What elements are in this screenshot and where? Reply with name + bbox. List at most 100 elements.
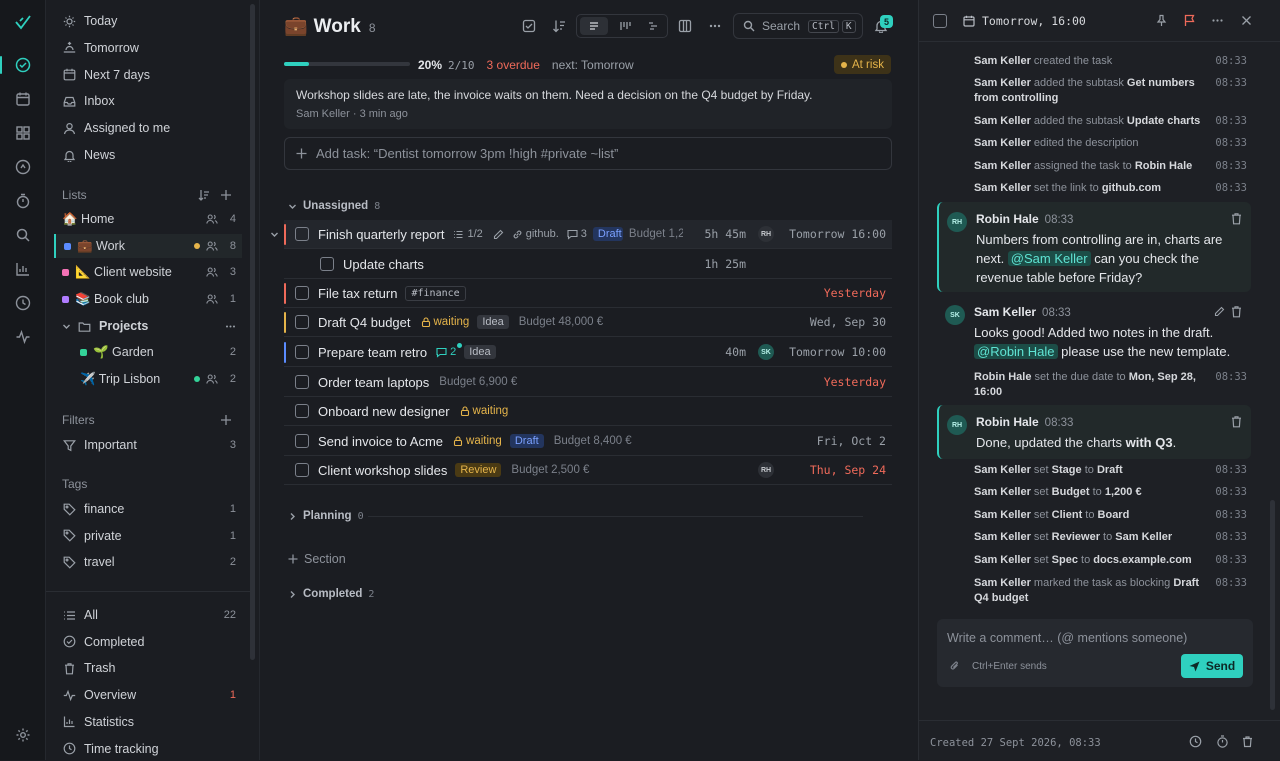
task-link[interactable]: github. <box>512 228 559 240</box>
collapse-chevron-icon[interactable] <box>270 230 279 239</box>
task-tag[interactable]: Idea <box>464 345 496 359</box>
task-title[interactable]: Finish quarterly report <box>318 227 444 242</box>
task-row[interactable]: Finish quarterly report 1/2 github. 3 Draft B… <box>271 220 892 249</box>
add-list-icon[interactable] <box>220 189 232 201</box>
grid-nav-icon[interactable] <box>12 122 34 144</box>
sort-lists-icon[interactable] <box>198 189 210 201</box>
task-due-date[interactable]: Tomorrow 10:00 <box>789 345 886 359</box>
attach-icon[interactable] <box>949 660 961 672</box>
select-mode-icon[interactable] <box>519 16 539 36</box>
app-logo-icon[interactable] <box>12 12 34 34</box>
sidebar-list-5[interactable]: 🌱 Garden 2 <box>54 340 242 364</box>
assignee-avatar[interactable]: SK <box>758 344 774 360</box>
sidebar-list-6[interactable]: ✈️ Trip Lisbon 2 <box>54 367 242 391</box>
sidebar-list-4[interactable]: Projects <box>54 314 242 338</box>
sidebar-scrollbar[interactable] <box>250 4 255 660</box>
comment[interactable]: RH Robin Hale 08:33 Numbers from controllin… <box>937 202 1251 292</box>
history-icon[interactable] <box>1189 735 1202 748</box>
habit-nav-icon[interactable] <box>12 156 34 178</box>
assignee-avatar[interactable]: RH <box>758 226 774 242</box>
task-due-date[interactable]: Wed, Sep 30 <box>810 315 886 329</box>
task-title[interactable]: Order team laptops <box>318 375 429 390</box>
sidebar-tag-private[interactable]: private 1 <box>54 524 242 548</box>
sidebar-item-all[interactable]: All 22 <box>54 603 242 627</box>
delete-comment-icon[interactable] <box>1230 415 1243 428</box>
search-button[interactable]: Search Ctrl K <box>733 13 863 39</box>
sidebar-list-1[interactable]: 💼 Work 8 <box>54 234 242 258</box>
delete-comment-icon[interactable] <box>1230 212 1243 225</box>
pin-icon[interactable] <box>1155 14 1168 27</box>
delete-task-icon[interactable] <box>1241 735 1254 748</box>
sidebar-item-statistics[interactable]: Statistics <box>54 710 242 734</box>
task-title[interactable]: Send invoice to Acme <box>318 434 443 449</box>
delete-comment-icon[interactable] <box>1230 305 1243 318</box>
sidebar-item-time-tracking[interactable]: Time tracking <box>54 737 242 761</box>
task-row[interactable]: Onboard new designer waiting <box>284 397 892 426</box>
stats-nav-icon[interactable] <box>12 258 34 280</box>
task-row[interactable]: Draft Q4 budget waiting Idea Budget 48,000 … <box>284 308 892 337</box>
task-due-date[interactable]: Tomorrow 16:00 <box>789 227 886 241</box>
sidebar-tag-finance[interactable]: finance 1 <box>54 497 242 521</box>
activity-nav-icon[interactable] <box>12 326 34 348</box>
history-nav-icon[interactable] <box>12 292 34 314</box>
sidebar-list-2[interactable]: 📐 Client website 3 <box>54 260 242 284</box>
task-row[interactable]: Send invoice to Acme waiting Draft Budget 8… <box>284 427 892 456</box>
priority-flag-icon[interactable] <box>1183 14 1196 27</box>
task-checkbox[interactable] <box>295 404 309 418</box>
task-due-date[interactable]: Thu, Sep 24 <box>810 463 886 477</box>
assignee-avatar[interactable]: RH <box>758 462 774 478</box>
search-nav-icon[interactable] <box>12 224 34 246</box>
panel-scrollbar[interactable] <box>1270 500 1275 710</box>
calendar-nav-icon[interactable] <box>12 88 34 110</box>
mention-chip[interactable]: @Sam Keller <box>1007 251 1091 266</box>
sidebar-list-0[interactable]: 🏠 Home 4 <box>54 207 242 231</box>
overdue-count[interactable]: 3 overdue <box>487 58 540 72</box>
task-row[interactable]: Order team laptops Budget 6,900 € Yesterda… <box>284 368 892 397</box>
sidebar-item-trash[interactable]: Trash <box>54 656 242 680</box>
at-risk-badge[interactable]: At risk <box>834 55 891 74</box>
task-checkbox[interactable] <box>295 463 309 477</box>
mention-chip[interactable]: @Robin Hale <box>974 344 1058 359</box>
task-checkbox[interactable] <box>295 345 309 359</box>
add-task-input[interactable]: Add task: “Dentist tomorrow 3pm !high #p… <box>284 137 892 170</box>
sidebar-item-completed[interactable]: Completed <box>54 630 242 654</box>
timer-nav-icon[interactable] <box>12 190 34 212</box>
detail-more-icon[interactable] <box>1211 14 1224 27</box>
add-section-button[interactable]: Section <box>288 552 346 566</box>
comment[interactable]: SK Sam Keller 08:33 Looks good! Added two n… <box>937 295 1251 363</box>
section-planning-header[interactable]: Planning 0 <box>288 510 364 522</box>
sidebar-filter-important[interactable]: Important 3 <box>54 433 242 457</box>
task-title[interactable]: Client workshop slides <box>318 463 447 478</box>
comment[interactable]: RH Robin Hale 08:33 Done, updated the chart… <box>937 405 1251 459</box>
task-tag[interactable]: #finance <box>405 285 466 301</box>
sidebar-list-3[interactable]: 📚 Book club 1 <box>54 287 242 311</box>
edit-icon[interactable] <box>493 229 504 240</box>
task-due-date[interactable]: Yesterday <box>824 375 886 389</box>
send-button[interactable]: Send <box>1181 654 1243 678</box>
task-tag[interactable]: Draft <box>592 227 623 241</box>
timeline-view-icon[interactable] <box>639 17 667 35</box>
task-tag[interactable]: Idea <box>477 315 509 329</box>
detail-task-checkbox[interactable] <box>933 14 947 28</box>
task-row[interactable]: Prepare team retro 2 Idea 40m SK Tomorrow 10:… <box>284 338 892 367</box>
sidebar-item-overview[interactable]: Overview 1 <box>54 683 242 707</box>
columns-icon[interactable] <box>675 16 695 36</box>
board-view-icon[interactable] <box>611 17 639 35</box>
task-checkbox[interactable] <box>295 434 309 448</box>
task-row[interactable]: File tax return #finance Yesterday <box>284 279 892 308</box>
settings-icon[interactable] <box>12 724 34 746</box>
task-title[interactable]: Onboard new designer <box>318 404 450 419</box>
task-checkbox[interactable] <box>295 227 309 241</box>
comment-count[interactable]: 3 <box>567 228 587 240</box>
sidebar-tag-travel[interactable]: travel 2 <box>54 550 242 574</box>
task-title[interactable]: Update charts <box>343 257 424 272</box>
timer-icon[interactable] <box>1216 735 1229 748</box>
task-row[interactable]: Client workshop slides Review Budget 2,500… <box>284 456 892 485</box>
edit-comment-icon[interactable] <box>1214 306 1225 317</box>
detail-due-date[interactable]: Tomorrow, 16:00 <box>963 14 1086 28</box>
status-note[interactable]: Workshop slides are late, the invoice wa… <box>284 79 892 129</box>
task-checkbox[interactable] <box>295 375 309 389</box>
section-completed-header[interactable]: Completed 2 <box>288 588 374 600</box>
section-unassigned-header[interactable]: Unassigned 8 <box>288 200 380 212</box>
comment-count[interactable]: 2 <box>436 343 463 358</box>
